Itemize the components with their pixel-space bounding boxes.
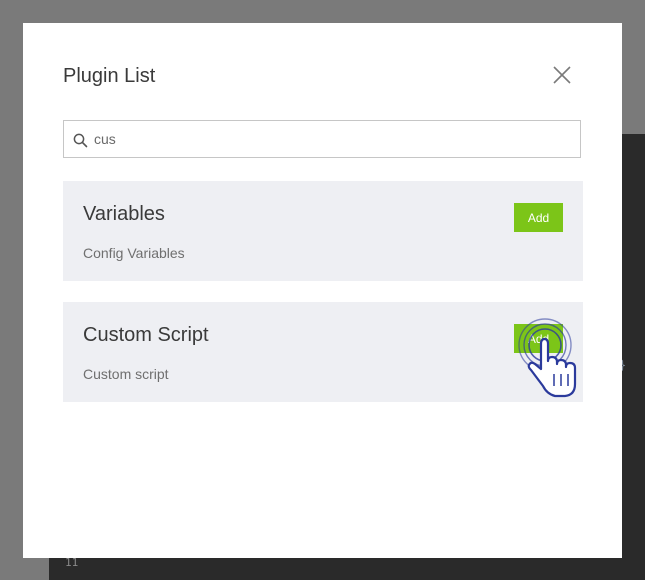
plugin-description: Config Variables [83, 245, 185, 261]
modal-title: Plugin List [63, 65, 156, 87]
plugin-name: Variables [83, 203, 165, 225]
plugin-list-modal: Plugin List Variables Config Variables A… [23, 23, 622, 558]
plugin-name: Custom Script [83, 324, 209, 346]
close-button[interactable] [549, 62, 575, 88]
search-icon [73, 133, 88, 148]
search-box[interactable] [63, 120, 581, 158]
plugin-card-custom-script: Custom Script Custom script Add [63, 302, 583, 402]
add-custom-script-button[interactable]: Add [514, 324, 563, 353]
close-icon [553, 66, 571, 84]
add-variables-button[interactable]: Add [514, 203, 563, 232]
search-input[interactable] [94, 121, 564, 157]
plugin-card-variables: Variables Config Variables Add [63, 181, 583, 281]
plugin-description: Custom script [83, 366, 169, 382]
